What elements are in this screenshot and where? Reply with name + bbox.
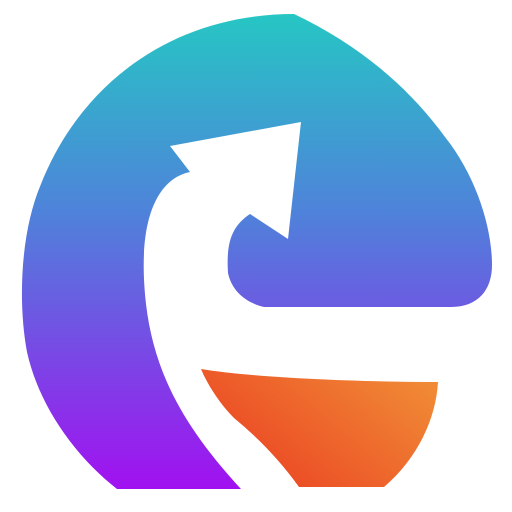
logo-orange-bowl-shape bbox=[201, 369, 438, 487]
logo-canvas bbox=[0, 0, 512, 512]
logo-image bbox=[21, 14, 493, 489]
